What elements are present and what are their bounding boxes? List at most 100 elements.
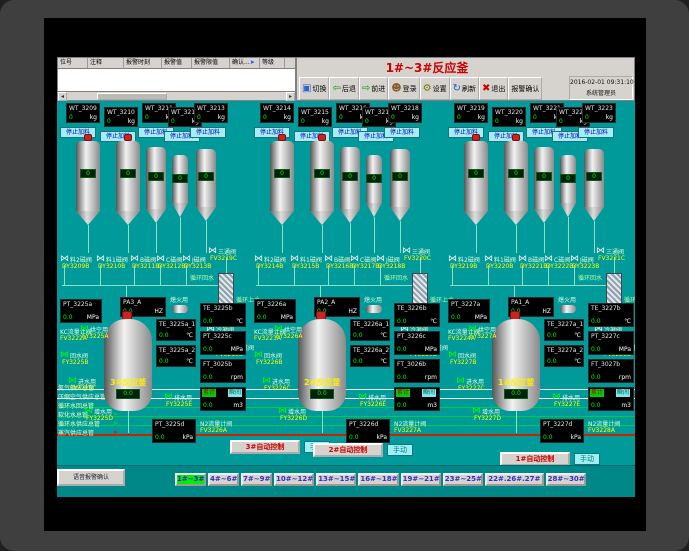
auto-control-button-2#[interactable]: 2#自动控制 bbox=[313, 443, 383, 457]
readout-value: 0 bbox=[533, 114, 537, 121]
solenoid-valve-icon[interactable]: ⋈ bbox=[570, 255, 579, 263]
solenoid-valve-icon[interactable]: ⋈ bbox=[60, 255, 69, 263]
water-valve-icon[interactable]: ⋈ bbox=[80, 325, 89, 333]
water-valve-icon[interactable]: ⋈ bbox=[84, 407, 93, 415]
solenoid-valve-icon[interactable]: ⋈ bbox=[350, 255, 359, 263]
solenoid-valve-icon[interactable]: ⋈ bbox=[376, 255, 385, 263]
pipe-line bbox=[128, 225, 129, 253]
page-button-16#~18#[interactable]: 16#~18# bbox=[358, 473, 398, 486]
readout-unit: HZ bbox=[542, 308, 551, 315]
readout-value: 0 bbox=[171, 118, 175, 125]
totalizer-total-button[interactable]: 累计 bbox=[396, 389, 410, 397]
readout-value: 0.0 bbox=[591, 374, 601, 381]
readout-value: 0.0 bbox=[591, 346, 601, 353]
right-readout: TE_3227b0.0℃ bbox=[588, 303, 634, 327]
solenoid-valve-icon[interactable]: ⋈ bbox=[182, 255, 191, 263]
three-way-valve-icon[interactable]: ⋈ bbox=[402, 247, 411, 255]
stop-feed-button[interactable]: 停止加料 bbox=[384, 127, 420, 138]
three-way-valve-icon[interactable]: ⋈ bbox=[208, 247, 217, 255]
water-valve-icon[interactable]: ⋈ bbox=[358, 393, 367, 401]
stop-feed-button[interactable]: 停止加料 bbox=[190, 127, 226, 138]
pipe-line bbox=[186, 265, 187, 285]
page-button-1#~3#[interactable]: 1#~3# bbox=[175, 473, 206, 486]
page-button-7#~9#[interactable]: 7#~9# bbox=[241, 473, 272, 486]
pipe-line bbox=[374, 217, 375, 253]
totalizer-total-button[interactable]: 累计 bbox=[202, 389, 216, 397]
solenoid-valve-icon[interactable]: ⋈ bbox=[518, 255, 527, 263]
page-button-23#~25#[interactable]: 23#~25# bbox=[443, 473, 483, 486]
page-button-4#~6#[interactable]: 4#~6# bbox=[208, 473, 239, 486]
stop-feed-button[interactable]: 停止加料 bbox=[578, 127, 614, 138]
manual-button-1#[interactable]: 手动 bbox=[574, 453, 600, 465]
readout-unit: MPa bbox=[231, 346, 243, 353]
pipe-line bbox=[400, 221, 401, 253]
water-valve-icon[interactable]: ⋈ bbox=[274, 325, 283, 333]
readout-tag: WT_3218 bbox=[391, 105, 419, 112]
solenoid-valve-icon[interactable]: ⋈ bbox=[290, 255, 299, 263]
water-valve-icon[interactable]: ⋈ bbox=[472, 407, 481, 415]
water-valve-icon[interactable]: ⋈ bbox=[448, 351, 457, 359]
water-valve-icon[interactable]: ⋈ bbox=[468, 325, 477, 333]
page-button-13#~15#[interactable]: 13#~15# bbox=[316, 473, 356, 486]
readout-unit: rpm bbox=[425, 374, 437, 381]
weight-readout: WT_32230kg bbox=[582, 103, 616, 123]
water-valve-icon[interactable]: ⋈ bbox=[164, 393, 173, 401]
pipe-line bbox=[258, 265, 259, 285]
solenoid-valve-icon[interactable]: ⋈ bbox=[544, 255, 553, 263]
right-readout: PT_3225c0.0MPa bbox=[200, 331, 246, 355]
water-valve-icon[interactable]: ⋈ bbox=[254, 351, 263, 359]
readout-value: 0.0 bbox=[353, 358, 363, 365]
manual-button-2#[interactable]: 手动 bbox=[387, 444, 413, 456]
water-valve-icon[interactable]: ⋈ bbox=[262, 377, 271, 385]
page-button-28#~30#[interactable]: 28#~30# bbox=[546, 473, 586, 486]
right-readout: FT_3026b0.0rpm bbox=[394, 359, 440, 383]
water-valve-code: FY3225B bbox=[62, 359, 89, 366]
temperature-readout: TE_3225a_20.0℃ bbox=[156, 345, 196, 367]
readout-value: 0.0 bbox=[591, 402, 601, 409]
auto-control-button-1#[interactable]: 1#自动控制 bbox=[500, 452, 570, 466]
reactor-section-1#: WT_32190kg停止加料WT_32200kg停止加料WT_32210kg停止… bbox=[448, 57, 635, 497]
water-valve-code: FY3225E bbox=[166, 401, 192, 408]
voice-alarm-ack-button[interactable]: 语音报警确认 bbox=[57, 469, 125, 486]
page-button-22#.26#.27#[interactable]: 22#.26#.27# bbox=[485, 473, 544, 486]
solenoid-valve-icon[interactable]: ⋈ bbox=[484, 255, 493, 263]
water-valve-icon[interactable]: ⋈ bbox=[278, 407, 287, 415]
totalizer-instant-button[interactable]: 瞬间 bbox=[228, 389, 242, 397]
pipe-line bbox=[256, 285, 420, 286]
water-valve-icon[interactable]: ⋈ bbox=[68, 377, 77, 385]
readout-unit: rpm bbox=[231, 374, 243, 381]
solenoid-valve-icon[interactable]: ⋈ bbox=[254, 255, 263, 263]
solenoid-valve-icon[interactable]: ⋈ bbox=[156, 255, 165, 263]
water-valve-icon[interactable]: ⋈ bbox=[456, 377, 465, 385]
solenoid-valve-icon[interactable]: ⋈ bbox=[448, 255, 457, 263]
readout-unit: HZ bbox=[348, 308, 357, 315]
water-valve-code: FY3226E bbox=[360, 401, 386, 408]
tank-hopper bbox=[584, 207, 604, 221]
readout-value: 0.0 bbox=[397, 346, 407, 353]
tank-hopper bbox=[464, 211, 488, 225]
pipe-line bbox=[516, 225, 517, 253]
tank-level-display: 0 bbox=[148, 172, 164, 181]
water-valve-icon[interactable]: ⋈ bbox=[60, 351, 69, 359]
solenoid-valve-icon[interactable]: ⋈ bbox=[96, 255, 105, 263]
solenoid-valve-icon[interactable]: ⋈ bbox=[130, 255, 139, 263]
readout-tag: WT_3219 bbox=[457, 105, 485, 112]
totalizer-instant-button[interactable]: 瞬间 bbox=[422, 389, 436, 397]
totalizer-instant-button[interactable]: 瞬间 bbox=[616, 389, 630, 397]
solenoid-valve-icon[interactable]: ⋈ bbox=[324, 255, 333, 263]
tank-hopper bbox=[366, 203, 382, 217]
flame-arrestor bbox=[366, 305, 382, 313]
tank-cap bbox=[318, 134, 326, 141]
solenoid-valve-code: DY3219B bbox=[450, 263, 477, 270]
tank-level-display: 0 bbox=[314, 169, 330, 178]
water-valve-icon[interactable]: ⋈ bbox=[552, 393, 561, 401]
reactor-section-3#: WT_32090kg停止加料WT_32100kg停止加料WT_32110kg停止… bbox=[60, 57, 250, 497]
pipe-line bbox=[354, 265, 355, 285]
water-valve-code: FY3227C bbox=[458, 385, 485, 392]
three-way-valve-icon[interactable]: ⋈ bbox=[596, 247, 605, 255]
page-button-19#~21#[interactable]: 19#~21# bbox=[401, 473, 441, 486]
readout-value: 0.0 bbox=[397, 318, 407, 325]
page-button-10#~12#[interactable]: 10#~12# bbox=[274, 473, 314, 486]
pipe-line bbox=[548, 265, 549, 285]
totalizer-total-button[interactable]: 累计 bbox=[590, 389, 604, 397]
